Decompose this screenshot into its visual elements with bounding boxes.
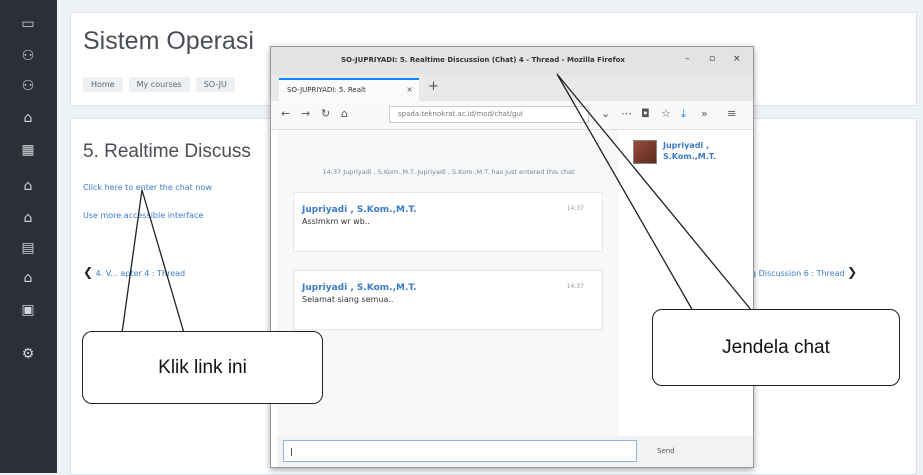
callout-chat-window: Jendela chat: [652, 309, 900, 386]
dropdown-icon[interactable]: ⌄: [601, 107, 610, 120]
message-time: 14:37: [566, 205, 584, 212]
calendar-icon[interactable]: ▦: [18, 140, 38, 160]
next-activity-link[interactable]: g Discussion 6 : Thread ❯: [751, 265, 857, 279]
message-text: Selamat siang semua..: [302, 295, 394, 304]
message-bar: Send: [277, 436, 753, 467]
window-title: SO-JUPRIYADI: 5. Realtime Discussion (Ch…: [341, 56, 625, 64]
forward-icon[interactable]: →: [301, 107, 310, 120]
overflow-icon[interactable]: »: [701, 107, 708, 120]
graduation-icon[interactable]: ⌂: [18, 268, 38, 288]
breadcrumb-my-courses[interactable]: My courses: [128, 77, 190, 92]
menu-icon[interactable]: ≡: [727, 107, 736, 120]
users-icon[interactable]: ⚇: [18, 46, 38, 66]
message-time: 14:37: [566, 283, 584, 290]
graduation-icon[interactable]: ⌂: [18, 176, 38, 196]
chevron-right-icon: ❯: [847, 265, 858, 279]
navigation-bar: ← → ↻ ⌂ spada.teknokrat.ac.id/mod/chat/g…: [271, 101, 753, 130]
calendar-icon[interactable]: ▤: [18, 238, 38, 258]
breadcrumb-home[interactable]: Home: [83, 77, 123, 92]
message-user: Jupriyadi , S.Kom.,M.T.: [302, 205, 417, 215]
minimize-button[interactable]: –: [685, 54, 690, 64]
gear-icon[interactable]: ⚙: [18, 344, 38, 364]
sidebar: ▭ ⚇ ⚇ ⌂ ▦ ⌂ ⌂ ▤ ⌂ ▣ ⚙: [0, 0, 57, 473]
file-icon[interactable]: ▣: [18, 300, 38, 320]
home-icon[interactable]: ⌂: [18, 108, 38, 128]
chat-message: Jupriyadi , S.Kom.,M.T. 14:37 Selamat si…: [293, 270, 603, 330]
close-icon[interactable]: ×: [406, 85, 413, 94]
chat-window: SO-JUPRIYADI: 5. Realtime Discussion (Ch…: [270, 46, 754, 468]
message-text: Asslmkm wr wb..: [302, 217, 370, 226]
activity-title: 5. Realtime Discuss: [83, 141, 251, 162]
online-user-name[interactable]: Jupriyadi , S.Kom.,M.T.: [663, 140, 748, 162]
folder-icon[interactable]: ▭: [18, 14, 38, 34]
chevron-left-icon: ❮: [83, 265, 94, 279]
close-button[interactable]: ×: [733, 54, 741, 64]
previous-activity-label: 4. V... apter 4 : Thread: [95, 269, 186, 278]
tab-label: SO-JUPRIYADI: 5. Realt: [287, 86, 366, 94]
new-tab-icon[interactable]: +: [428, 79, 439, 94]
enter-chat-link[interactable]: Click here to enter the chat now: [83, 183, 212, 192]
graduation-icon[interactable]: ⌂: [18, 208, 38, 228]
message-input[interactable]: [283, 440, 637, 462]
url-text: spada.teknokrat.ac.id/mod/chat/gui: [398, 110, 523, 118]
bookmark-star-icon[interactable]: ☆: [661, 107, 671, 120]
chat-page: 14:37 Jupriyadi , S.Kom.,M.T. Jupriyadi …: [271, 130, 753, 467]
pocket-icon[interactable]: ◘: [641, 107, 650, 120]
avatar[interactable]: [633, 140, 657, 164]
message-user: Jupriyadi , S.Kom.,M.T.: [302, 283, 417, 293]
callout-click-link: Klik link ini: [82, 331, 323, 404]
system-message: 14:37 Jupriyadi , S.Kom.,M.T. Jupriyadi …: [322, 168, 575, 176]
send-button[interactable]: Send: [647, 440, 693, 462]
breadcrumb: Home My courses SO-JU: [83, 77, 235, 92]
url-bar[interactable]: spada.teknokrat.ac.id/mod/chat/gui: [389, 106, 589, 123]
chat-message: Jupriyadi , S.Kom.,M.T. 14:37 Asslmkm wr…: [293, 192, 603, 252]
reload-icon[interactable]: ↻: [321, 107, 330, 120]
chat-messages[interactable]: 14:37 Jupriyadi , S.Kom.,M.T. Jupriyadi …: [277, 130, 619, 436]
page-title: Sistem Operasi: [83, 27, 254, 55]
accessible-interface-link[interactable]: Use more accessible interface: [83, 211, 203, 220]
more-icon[interactable]: ⋯: [621, 107, 632, 120]
maximize-button[interactable]: ▫: [709, 54, 715, 64]
users-icon[interactable]: ⚇: [18, 76, 38, 96]
window-titlebar[interactable]: SO-JUPRIYADI: 5. Realtime Discussion (Ch…: [271, 47, 753, 76]
home-icon[interactable]: ⌂: [341, 107, 348, 120]
next-activity-label: g Discussion 6 : Thread: [751, 269, 845, 278]
download-icon[interactable]: ⤓: [681, 107, 686, 121]
breadcrumb-course[interactable]: SO-JU: [195, 77, 235, 92]
tab-bar: SO-JUPRIYADI: 5. Realt × +: [271, 75, 753, 101]
browser-tab[interactable]: SO-JUPRIYADI: 5. Realt ×: [279, 78, 419, 101]
back-icon[interactable]: ←: [281, 107, 290, 120]
previous-activity-link[interactable]: ❮ 4. V... apter 4 : Thread: [83, 265, 185, 279]
